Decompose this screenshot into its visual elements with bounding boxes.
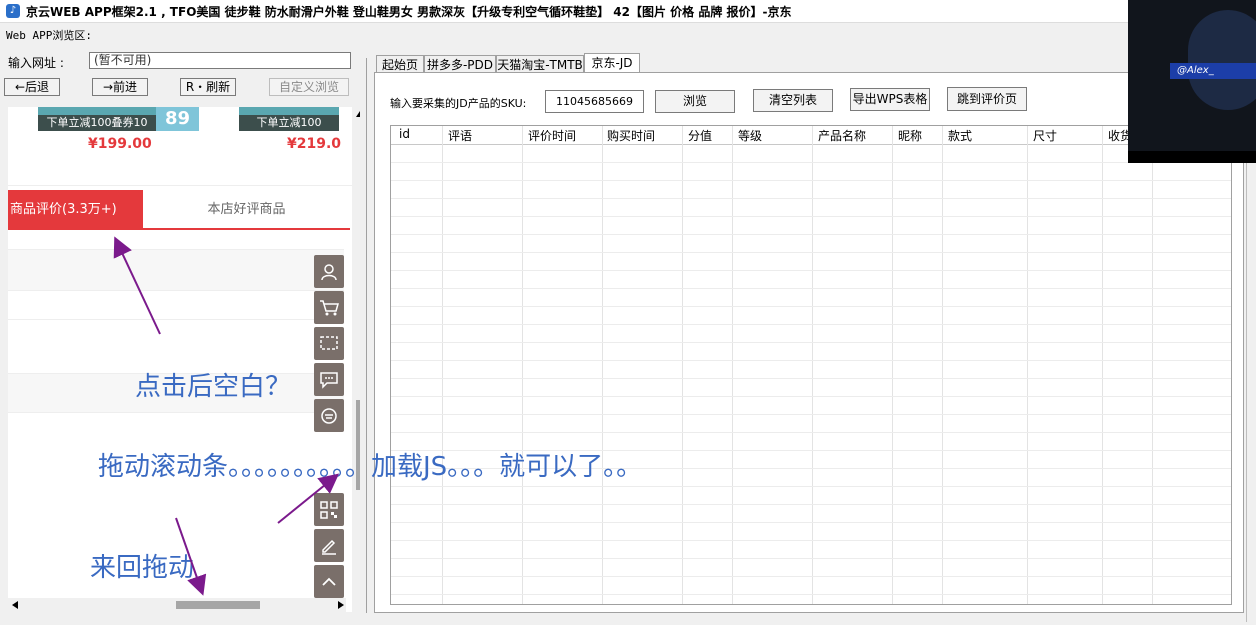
edit-icon[interactable] <box>314 529 344 562</box>
url-input[interactable]: (暂不可用) <box>89 52 351 69</box>
horizontal-scroll-thumb[interactable] <box>176 601 260 609</box>
service-icon[interactable] <box>314 399 344 432</box>
grid-row-line <box>391 198 1231 199</box>
grid-row-line <box>391 378 1231 379</box>
qrcode-icon[interactable] <box>314 493 344 526</box>
blank-row <box>8 319 344 320</box>
grid-row-line <box>391 558 1231 559</box>
column-header[interactable]: 评价时间 <box>528 127 576 144</box>
column-header[interactable]: 分值 <box>688 127 712 144</box>
custom-browse-button[interactable]: 自定义浏览 <box>269 78 349 96</box>
back-to-top-icon[interactable] <box>314 565 344 598</box>
grid-header: id 评语 评价时间 购买时间 分值 等级 产品名称 昵称 款式 尺寸 收货 <box>391 126 1231 145</box>
grid-row-line <box>391 414 1231 415</box>
product-banner: 下单立减100 <box>239 115 339 131</box>
grid-row-line <box>391 216 1231 217</box>
column-header[interactable]: 等级 <box>738 127 762 144</box>
horizontal-scrollbar[interactable] <box>8 598 346 612</box>
window-title: 京云WEB APP框架2.1 , TFO美国 徒步鞋 防水耐滑户外鞋 登山鞋男女… <box>26 5 792 19</box>
tab-start-page[interactable]: 起始页 <box>376 55 424 73</box>
coupon-icon[interactable] <box>314 327 344 360</box>
tab-product-reviews[interactable]: 商品评价(3.3万+) <box>8 190 143 230</box>
tab-jd[interactable]: 京东-JD <box>584 53 640 74</box>
grid-row-line <box>391 594 1231 595</box>
clear-list-button[interactable]: 清空列表 <box>753 89 833 112</box>
overlay-bar <box>1128 151 1256 163</box>
sku-label: 输入要采集的JD产品的SKU: <box>390 97 527 110</box>
tab-store-good-reviews[interactable]: 本店好评商品 <box>143 190 350 230</box>
blank-row <box>8 249 344 291</box>
user-icon[interactable] <box>314 255 344 288</box>
column-header[interactable]: 产品名称 <box>818 127 866 144</box>
product-price: ¥199.00 <box>88 136 152 152</box>
grid-row-line <box>391 288 1231 289</box>
product-badge: 89 <box>156 107 199 131</box>
annotation-blank-question: 点击后空白？ <box>135 372 292 402</box>
webapp-section-label: Web APP浏览区: <box>6 29 92 42</box>
grid-row-line <box>391 522 1231 523</box>
tab-pdd[interactable]: 拼多多-PDD <box>424 55 496 73</box>
cart-icon[interactable] <box>314 291 344 324</box>
column-header[interactable]: 购买时间 <box>607 127 655 144</box>
tab-underline <box>8 228 350 230</box>
grid-row-line <box>391 432 1231 433</box>
panel-frame <box>366 58 367 613</box>
web-view[interactable]: 下单立减100叠券10 89 ¥199.00 下单立减100 ¥219.0 商品… <box>8 107 360 612</box>
tab-tmtb[interactable]: 天猫淘宝-TMTB <box>496 55 584 73</box>
forward-button[interactable]: →前进 <box>92 78 148 96</box>
scroll-left-arrow-icon[interactable] <box>12 601 18 609</box>
url-label: 输入网址 : <box>8 56 64 70</box>
overlay-shape <box>1188 10 1256 110</box>
product-image[interactable] <box>239 107 339 115</box>
message-icon[interactable] <box>314 363 344 396</box>
grid-row-line <box>391 504 1231 505</box>
export-wps-button[interactable]: 导出WPS表格 <box>850 88 930 111</box>
column-header[interactable]: 评语 <box>448 127 472 144</box>
grid-row-line <box>391 576 1231 577</box>
product-banner: 下单立减100叠券10 <box>38 115 156 131</box>
grid-row-line <box>391 324 1231 325</box>
scroll-right-arrow-icon[interactable] <box>338 601 344 609</box>
grid-row-line <box>391 486 1231 487</box>
grid-row-line <box>391 360 1231 361</box>
review-grid[interactable]: id 评语 评价时间 购买时间 分值 等级 产品名称 昵称 款式 尺寸 收货 <box>390 125 1232 605</box>
annotation-drag-back-forth: 来回拖动 <box>90 553 195 583</box>
grid-row-line <box>391 234 1231 235</box>
grid-row-line <box>391 252 1231 253</box>
grid-row-line <box>391 540 1231 541</box>
grid-row-line <box>391 162 1231 163</box>
refresh-button[interactable]: R・刷新 <box>180 78 236 96</box>
browse-button[interactable]: 浏览 <box>655 90 735 113</box>
annotation-drag-scrollbar: 拖动滚动条。。。。。。。。。。加载JS。。。就可以了。。 <box>98 452 643 482</box>
divider <box>8 185 352 186</box>
grid-row-line <box>391 270 1231 271</box>
jump-review-button[interactable]: 跳到评价页 <box>947 87 1027 111</box>
column-header[interactable]: 昵称 <box>898 127 922 144</box>
column-header[interactable]: id <box>399 127 410 141</box>
product-price: ¥219.0 <box>287 136 342 152</box>
product-image[interactable] <box>38 107 156 115</box>
sku-input[interactable]: 11045685669 <box>545 90 644 113</box>
scroll-up-arrow-icon[interactable] <box>356 111 360 117</box>
video-overlay: @Alex_ <box>1128 0 1256 163</box>
grid-row-line <box>391 180 1231 181</box>
vertical-scrollbar[interactable] <box>352 107 360 612</box>
back-button[interactable]: ←后退 <box>4 78 60 96</box>
grid-row-line <box>391 342 1231 343</box>
app-icon: ♪ <box>6 4 20 18</box>
watermark-text: @Alex_ <box>1177 65 1214 76</box>
column-header[interactable]: 尺寸 <box>1033 127 1057 144</box>
grid-row-line <box>391 306 1231 307</box>
grid-row-line <box>391 396 1231 397</box>
column-header[interactable]: 款式 <box>948 127 972 144</box>
